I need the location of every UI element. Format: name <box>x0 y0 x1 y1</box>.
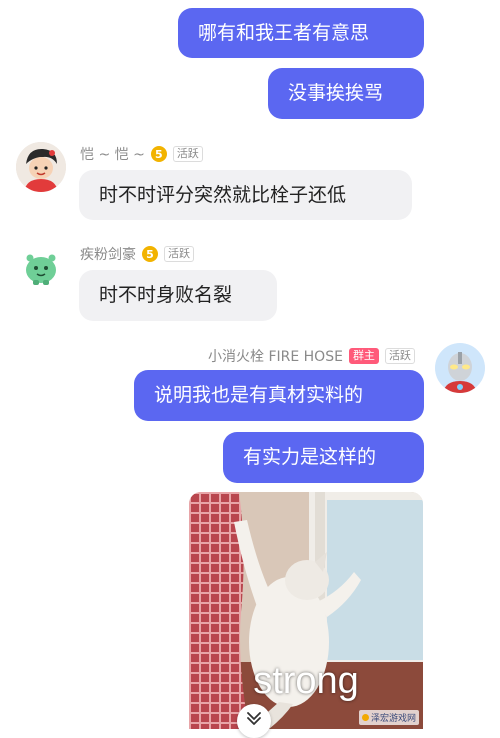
cartoon-boy-avatar-icon <box>16 142 66 192</box>
watermark-text: 泽宏游戏网 <box>370 714 416 724</box>
activity-tag: 活跃 <box>384 347 415 365</box>
message-text: 时不时评分突然就比栓子还低 <box>99 183 347 206</box>
sender-name[interactable]: 恺 ~ 恺 ~ <box>80 144 145 164</box>
image-caption: strong <box>253 660 359 702</box>
activity-tag: 活跃 <box>164 245 194 263</box>
message-text: 没事挨挨骂 <box>288 82 384 104</box>
expand-button[interactable] <box>237 704 271 738</box>
sender-name[interactable]: 疾粉剑豪 <box>80 244 136 264</box>
message-bubble-mine[interactable]: 有实力是这样的 <box>223 432 424 483</box>
message-bubble-mine[interactable]: 哪有和我王者有意思 <box>178 8 424 58</box>
message-text: 哪有和我王者有意思 <box>198 21 370 44</box>
message-text: 时不时身败名裂 <box>99 284 233 306</box>
watermark-logo-icon <box>361 714 369 721</box>
chevron-down-icon <box>247 712 261 725</box>
avatar[interactable] <box>16 242 66 292</box>
image-message[interactable]: strong 泽宏游戏网 <box>189 492 423 729</box>
sender-info: 小消火栓 FIRE HOSE 群主 活跃 <box>208 346 415 366</box>
sender-name[interactable]: 小消火栓 FIRE HOSE <box>208 346 343 366</box>
message-text: 有实力是这样的 <box>243 446 377 468</box>
message-text: 说明我也是有真材实料的 <box>154 384 364 406</box>
green-monster-avatar-icon <box>16 242 66 292</box>
sender-info: 疾粉剑豪 5 活跃 <box>80 244 194 264</box>
level-badge: 5 <box>142 246 158 262</box>
message-bubble-theirs[interactable]: 时不时评分突然就比栓子还低 <box>79 170 412 220</box>
message-bubble-mine[interactable]: 没事挨挨骂 <box>268 68 424 119</box>
level-badge: 5 <box>150 146 167 162</box>
watermark: 泽宏游戏网 <box>358 710 419 725</box>
message-bubble-theirs[interactable]: 时不时身败名裂 <box>79 270 277 321</box>
role-tag: 群主 <box>348 347 379 365</box>
activity-tag: 活跃 <box>172 145 203 163</box>
sender-info: 恺 ~ 恺 ~ 5 活跃 <box>80 144 203 164</box>
message-bubble-mine[interactable]: 说明我也是有真材实料的 <box>134 370 424 421</box>
ultraman-avatar-icon <box>435 343 485 393</box>
avatar[interactable] <box>435 343 485 393</box>
avatar[interactable] <box>16 142 66 192</box>
